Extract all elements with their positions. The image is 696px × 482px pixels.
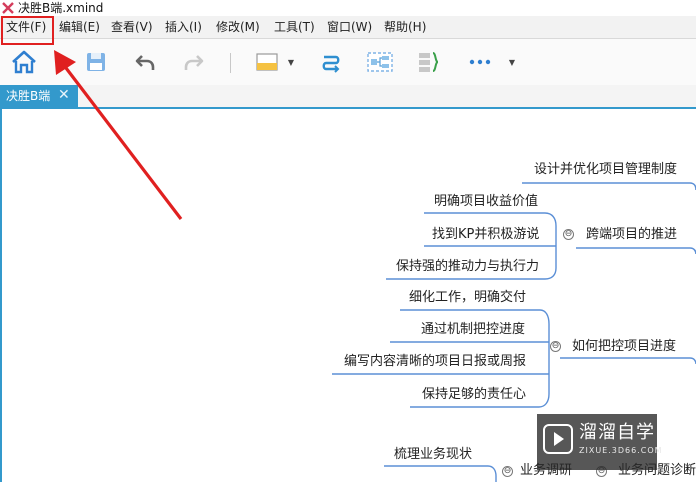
menu-bar: 文件(F) 编辑(E) 查看(V) 插入(I) 修改(M) 工具(T) 窗口(W… (0, 16, 696, 39)
redo-icon (184, 55, 204, 70)
more-dropdown[interactable]: ▼ (505, 47, 519, 77)
collapse-toggle[interactable]: ⊖ (502, 466, 513, 477)
watermark: 溜溜自学 ZIXUE.3D66.COM (537, 414, 662, 470)
undo-button[interactable] (130, 47, 160, 77)
play-icon (554, 432, 564, 446)
close-icon[interactable]: ✕ (58, 86, 70, 104)
xmind-app-icon (2, 2, 14, 14)
topic-node[interactable]: 通过机制把控进度 (421, 321, 525, 339)
topic-style-button[interactable] (252, 47, 282, 77)
menu-insert[interactable]: 插入(I) (165, 19, 202, 35)
menu-tools[interactable]: 工具(T) (274, 19, 315, 35)
annotation-highlight-box (1, 16, 54, 45)
undo-icon (135, 55, 155, 70)
tab-document[interactable]: 决胜B端 ✕ (0, 85, 78, 107)
home-icon (12, 50, 36, 74)
topic-node[interactable]: 保持足够的责任心 (422, 386, 526, 404)
more-icon (469, 59, 491, 65)
boundary-button[interactable] (365, 47, 395, 77)
relationship-icon (322, 55, 340, 73)
title-bar: 决胜B端.xmind (0, 0, 696, 16)
branch-topic[interactable]: 如何把控项目进度 (572, 338, 676, 356)
topic-node[interactable]: 设计并优化项目管理制度 (534, 161, 677, 179)
dropdown-arrow-icon: ▼ (508, 57, 516, 67)
dropdown-arrow-icon: ▼ (287, 57, 295, 67)
menu-modify[interactable]: 修改(M) (216, 19, 260, 35)
topic-node[interactable]: 编写内容清晰的项目日报或周报 (344, 353, 526, 371)
home-button[interactable] (9, 47, 39, 77)
window-title: 决胜B端.xmind (18, 1, 104, 15)
branch-topic[interactable]: 跨端项目的推进 (586, 226, 677, 244)
menu-window[interactable]: 窗口(W) (327, 19, 372, 35)
toolbar-separator (230, 53, 231, 73)
topic-style-dropdown[interactable]: ▼ (284, 47, 298, 77)
tab-strip: 决胜B端 ✕ (0, 85, 696, 107)
menu-help[interactable]: 帮助(H) (384, 19, 426, 35)
relationship-button[interactable] (316, 47, 346, 77)
topic-node[interactable]: 明确项目收益价值 (434, 193, 538, 211)
tab-label: 决胜B端 (6, 89, 51, 103)
summary-button[interactable] (414, 47, 444, 77)
topic-style-icon (256, 53, 278, 71)
watermark-title: 溜溜自学 (579, 422, 655, 443)
menu-view[interactable]: 查看(V) (111, 19, 153, 35)
redo-button[interactable] (179, 47, 209, 77)
watermark-logo-icon (543, 424, 573, 454)
topic-node[interactable]: 保持强的推动力与执行力 (396, 258, 539, 276)
more-button[interactable] (465, 47, 495, 77)
topic-node[interactable]: 梳理业务现状 (394, 446, 472, 464)
toolbar: ▼ ▼ (0, 39, 696, 85)
menu-edit[interactable]: 编辑(E) (59, 19, 100, 35)
save-button[interactable] (81, 47, 111, 77)
watermark-url: ZIXUE.3D66.COM (579, 446, 663, 455)
summary-icon (419, 52, 439, 72)
collapse-toggle[interactable]: ⊖ (563, 229, 574, 240)
topic-node[interactable]: 找到KP并积极游说 (432, 226, 539, 244)
topic-node[interactable]: 细化工作，明确交付 (409, 289, 526, 307)
save-icon (87, 53, 105, 71)
collapse-toggle[interactable]: ⊖ (550, 341, 561, 352)
boundary-icon (367, 52, 393, 72)
